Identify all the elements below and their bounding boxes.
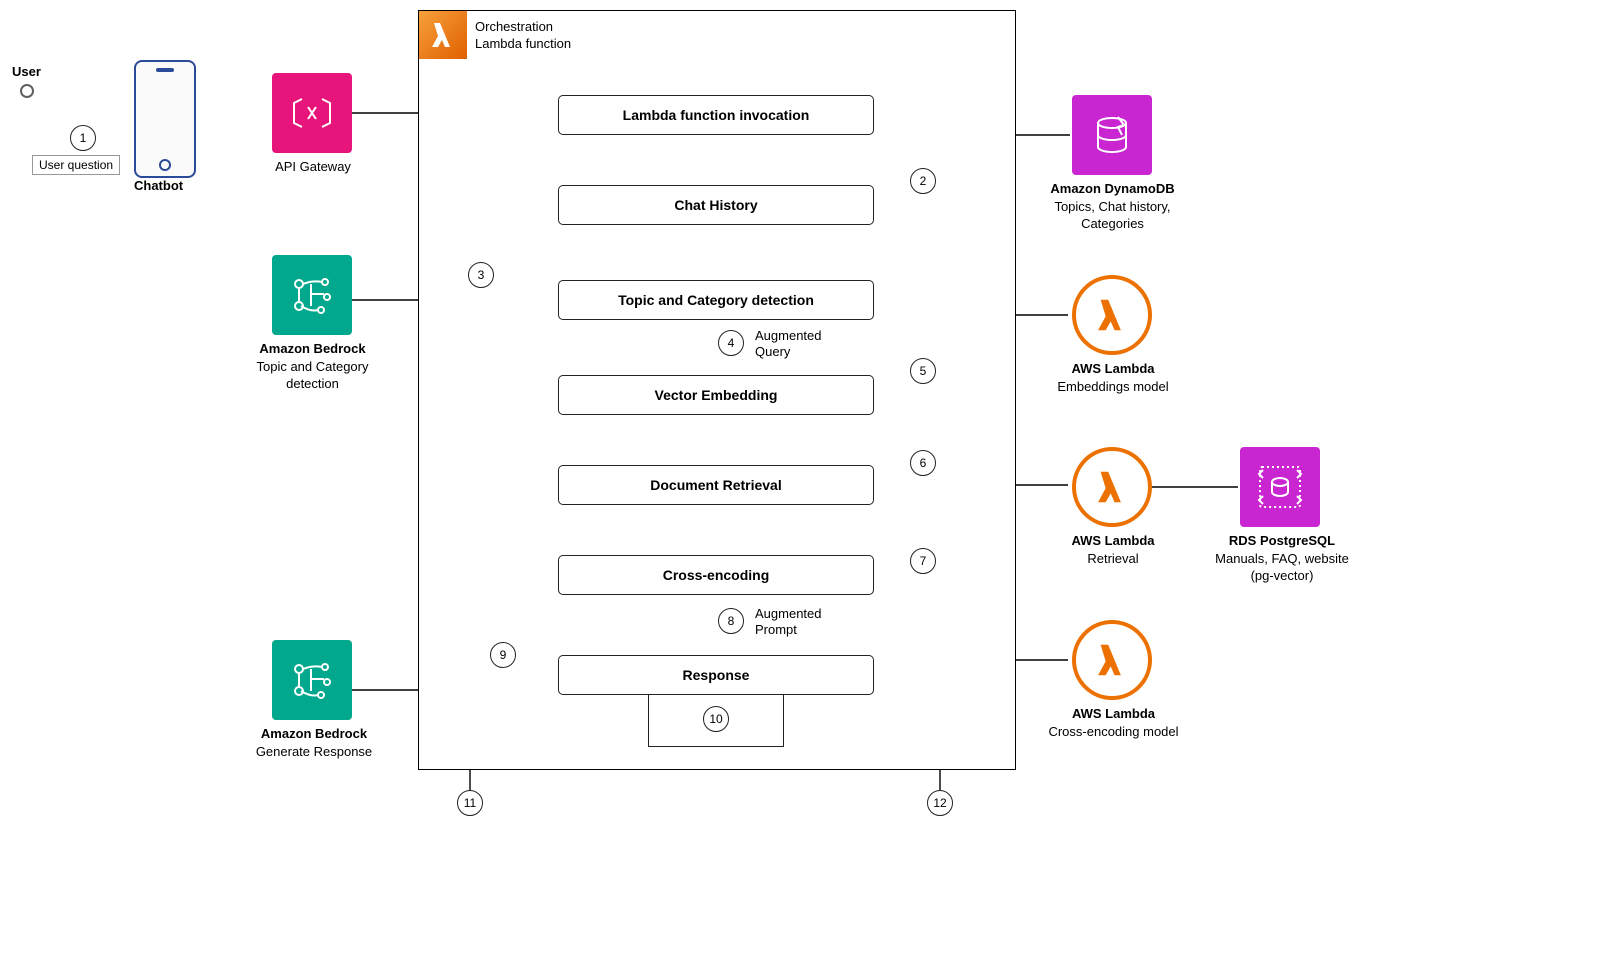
- bedrock-topic-icon: [272, 255, 352, 335]
- step-1: 1: [70, 125, 96, 151]
- proc-response: Response: [558, 655, 874, 695]
- rds-label: RDS PostgreSQLManuals, FAQ, website (pg-…: [1212, 532, 1352, 585]
- step-2: 2: [910, 168, 936, 194]
- bedrock-topic-label: Amazon Bedrock Topic and Category detect…: [240, 340, 385, 393]
- bedrock-response-icon: [272, 640, 352, 720]
- step-8: 8: [718, 608, 744, 634]
- proc-retrieve: Document Retrieval: [558, 465, 874, 505]
- user-label: User: [12, 64, 41, 79]
- step-5: 5: [910, 358, 936, 384]
- lambda-icon: [419, 11, 467, 59]
- step-3: 3: [468, 262, 494, 288]
- lambda-retrieve-icon: [1072, 447, 1152, 527]
- lambda-retrieve-label: AWS LambdaRetrieval: [1052, 532, 1174, 567]
- orchestration-title: OrchestrationLambda function: [475, 19, 571, 53]
- api-gateway-icon: [272, 73, 352, 153]
- proc-history: Chat History: [558, 185, 874, 225]
- api-gateway-label: API Gateway: [258, 158, 368, 176]
- bedrock-response-label: Amazon Bedrock Generate Response: [244, 725, 384, 760]
- chatbot-phone-icon: [134, 60, 196, 178]
- step-6: 6: [910, 450, 936, 476]
- lambda-cross-label: AWS LambdaCross-encoding model: [1046, 705, 1181, 740]
- annot-aug-prompt: Augmented Prompt: [755, 606, 835, 637]
- proc-invoke: Lambda function invocation: [558, 95, 874, 135]
- dynamodb-label: Amazon DynamoDBTopics, Chat history, Cat…: [1040, 180, 1185, 233]
- step-12: 12: [927, 790, 953, 816]
- proc-embed: Vector Embedding: [558, 375, 874, 415]
- proc-topic: Topic and Category detection: [558, 280, 874, 320]
- step-9: 9: [490, 642, 516, 668]
- step-7: 7: [910, 548, 936, 574]
- rds-icon: [1240, 447, 1320, 527]
- proc-cross: Cross-encoding: [558, 555, 874, 595]
- dynamodb-icon: [1072, 95, 1152, 175]
- user-question-tag: User question: [32, 155, 120, 175]
- step-10: 10: [703, 706, 729, 732]
- lambda-embed-icon: [1072, 275, 1152, 355]
- annot-aug-query: Augmented Query: [755, 328, 835, 359]
- step-11: 11: [457, 790, 483, 816]
- chatbot-label: Chatbot: [134, 178, 183, 193]
- lambda-cross-icon: [1072, 620, 1152, 700]
- user-dot-icon: [20, 84, 34, 98]
- lambda-embed-label: AWS LambdaEmbeddings model: [1048, 360, 1178, 395]
- step-4: 4: [718, 330, 744, 356]
